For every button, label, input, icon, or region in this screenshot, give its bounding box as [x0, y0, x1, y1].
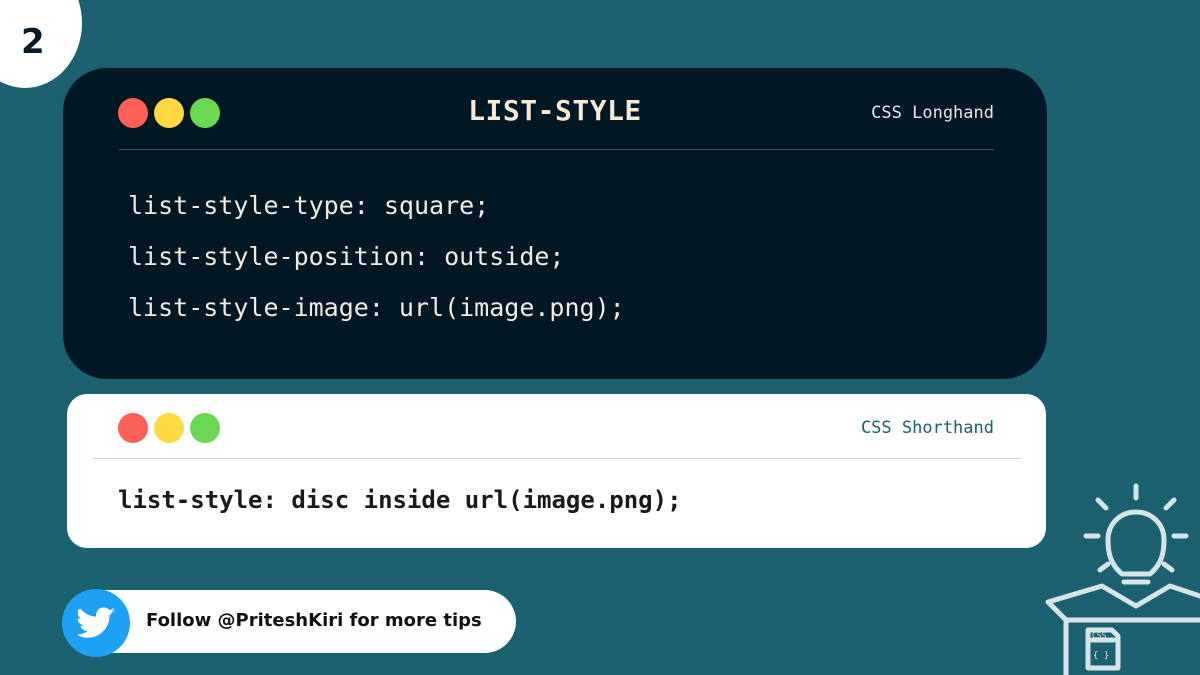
code-line: list-style-image: url(image.png); — [128, 293, 625, 322]
twitter-badge[interactable] — [62, 589, 130, 657]
window-controls — [118, 413, 220, 443]
code-line: list-style-position: outside; — [128, 242, 565, 271]
lightbulb-box-icon: CSS { } — [1045, 483, 1200, 675]
longhand-code-card: LIST-STYLE CSS Longhand list-style-type:… — [63, 68, 1047, 379]
longhand-tag: CSS Longhand — [871, 103, 994, 123]
page-number: 2 — [21, 22, 45, 62]
follow-text: Follow @PriteshKiri for more tips — [146, 610, 482, 631]
shorthand-code-card: CSS Shorthand list-style: disc inside ur… — [67, 394, 1046, 548]
minimize-dot-icon — [154, 413, 184, 443]
close-dot-icon — [118, 413, 148, 443]
shorthand-code: list-style: disc inside url(image.png); — [118, 486, 682, 514]
longhand-code: list-style-type: square; list-style-posi… — [128, 190, 625, 343]
file-symbol: { } — [1093, 651, 1109, 661]
twitter-bird-icon — [78, 607, 116, 638]
maximize-dot-icon — [190, 413, 220, 443]
divider — [93, 458, 1021, 459]
code-line: list-style-type: square; — [128, 191, 490, 220]
shorthand-tag: CSS Shorthand — [860, 418, 994, 438]
divider — [119, 149, 994, 150]
file-label: CSS — [1092, 631, 1107, 640]
follow-banner[interactable]: Follow @PriteshKiri for more tips — [70, 590, 516, 653]
page-number-badge: 2 — [0, 0, 82, 88]
